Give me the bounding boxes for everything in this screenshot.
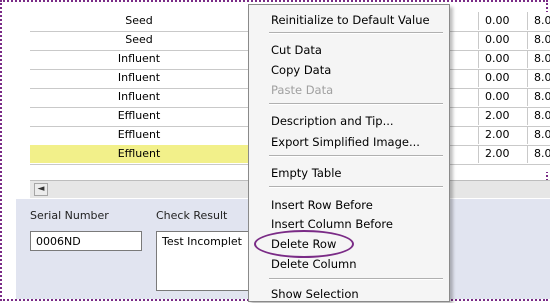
annotation-circle bbox=[254, 230, 354, 258]
menu-item-cut-data[interactable]: Cut Data bbox=[271, 43, 322, 57]
table-cell-value[interactable]: 2.00 bbox=[478, 145, 528, 163]
menu-item-copy-data[interactable]: Copy Data bbox=[271, 63, 331, 77]
table-cell-value[interactable]: 0.00 bbox=[478, 69, 528, 87]
table-cell-value[interactable]: 2.00 bbox=[478, 107, 528, 125]
table-cell-value[interactable]: 8.0 bbox=[528, 31, 550, 49]
table-cell-name-selected[interactable]: Effluent bbox=[30, 145, 249, 163]
menu-item-insert-column-before[interactable]: Insert Column Before bbox=[271, 217, 393, 231]
table-cell-value[interactable]: 0.00 bbox=[478, 31, 528, 49]
table-cell-name[interactable]: Influent bbox=[30, 50, 249, 68]
table-cell-name[interactable]: Effluent bbox=[30, 107, 249, 125]
table-cell-name[interactable]: Seed bbox=[30, 12, 249, 30]
menu-item-reinitialize[interactable]: Reinitialize to Default Value bbox=[271, 13, 430, 27]
table-cell-value[interactable]: 8.0 bbox=[528, 88, 550, 106]
table-cell-name[interactable]: Influent bbox=[30, 69, 249, 87]
table-cell-value[interactable]: 8.0 bbox=[528, 50, 550, 68]
table-cell-value[interactable]: 0.00 bbox=[478, 88, 528, 106]
context-menu: Reinitialize to Default Value Cut Data C… bbox=[248, 4, 450, 302]
table-cell-name[interactable]: Influent bbox=[30, 88, 249, 106]
menu-separator bbox=[269, 103, 443, 105]
menu-item-empty-table[interactable]: Empty Table bbox=[271, 166, 341, 180]
table-cell-name[interactable]: Effluent bbox=[30, 126, 249, 144]
menu-item-show-selection[interactable]: Show Selection bbox=[271, 287, 359, 301]
menu-item-delete-column[interactable]: Delete Column bbox=[271, 257, 356, 271]
check-result-label: Check Result bbox=[156, 209, 228, 222]
menu-separator bbox=[269, 155, 443, 157]
table-cell-value[interactable]: 0.00 bbox=[478, 50, 528, 68]
table-cell-value[interactable]: 8.0 bbox=[528, 145, 550, 163]
menu-separator bbox=[269, 186, 443, 188]
table-cell-value[interactable]: 2.00 bbox=[478, 126, 528, 144]
table-cell-value[interactable]: 0.00 bbox=[478, 12, 528, 30]
menu-item-paste-data: Paste Data bbox=[271, 83, 334, 97]
table-cell-value[interactable]: 8.0 bbox=[528, 107, 550, 125]
scroll-left-icon[interactable]: ◄ bbox=[34, 183, 48, 196]
serial-number-field[interactable]: 0006ND bbox=[30, 231, 142, 251]
table-cell-value[interactable]: 8.0 bbox=[528, 69, 550, 87]
menu-item-export-simplified-image[interactable]: Export Simplified Image... bbox=[271, 135, 420, 149]
menu-item-description-and-tip[interactable]: Description and Tip... bbox=[271, 114, 394, 128]
menu-separator bbox=[269, 32, 443, 34]
table-cell-name[interactable]: Seed bbox=[30, 31, 249, 49]
check-result-field[interactable]: Test Incomplet bbox=[156, 231, 256, 291]
menu-item-insert-row-before[interactable]: Insert Row Before bbox=[271, 198, 373, 212]
menu-separator bbox=[269, 278, 443, 280]
table-cell-value[interactable]: 8.0 bbox=[528, 126, 550, 144]
serial-number-label: Serial Number bbox=[30, 209, 109, 222]
table-cell-value[interactable]: 8.0 bbox=[528, 12, 550, 30]
